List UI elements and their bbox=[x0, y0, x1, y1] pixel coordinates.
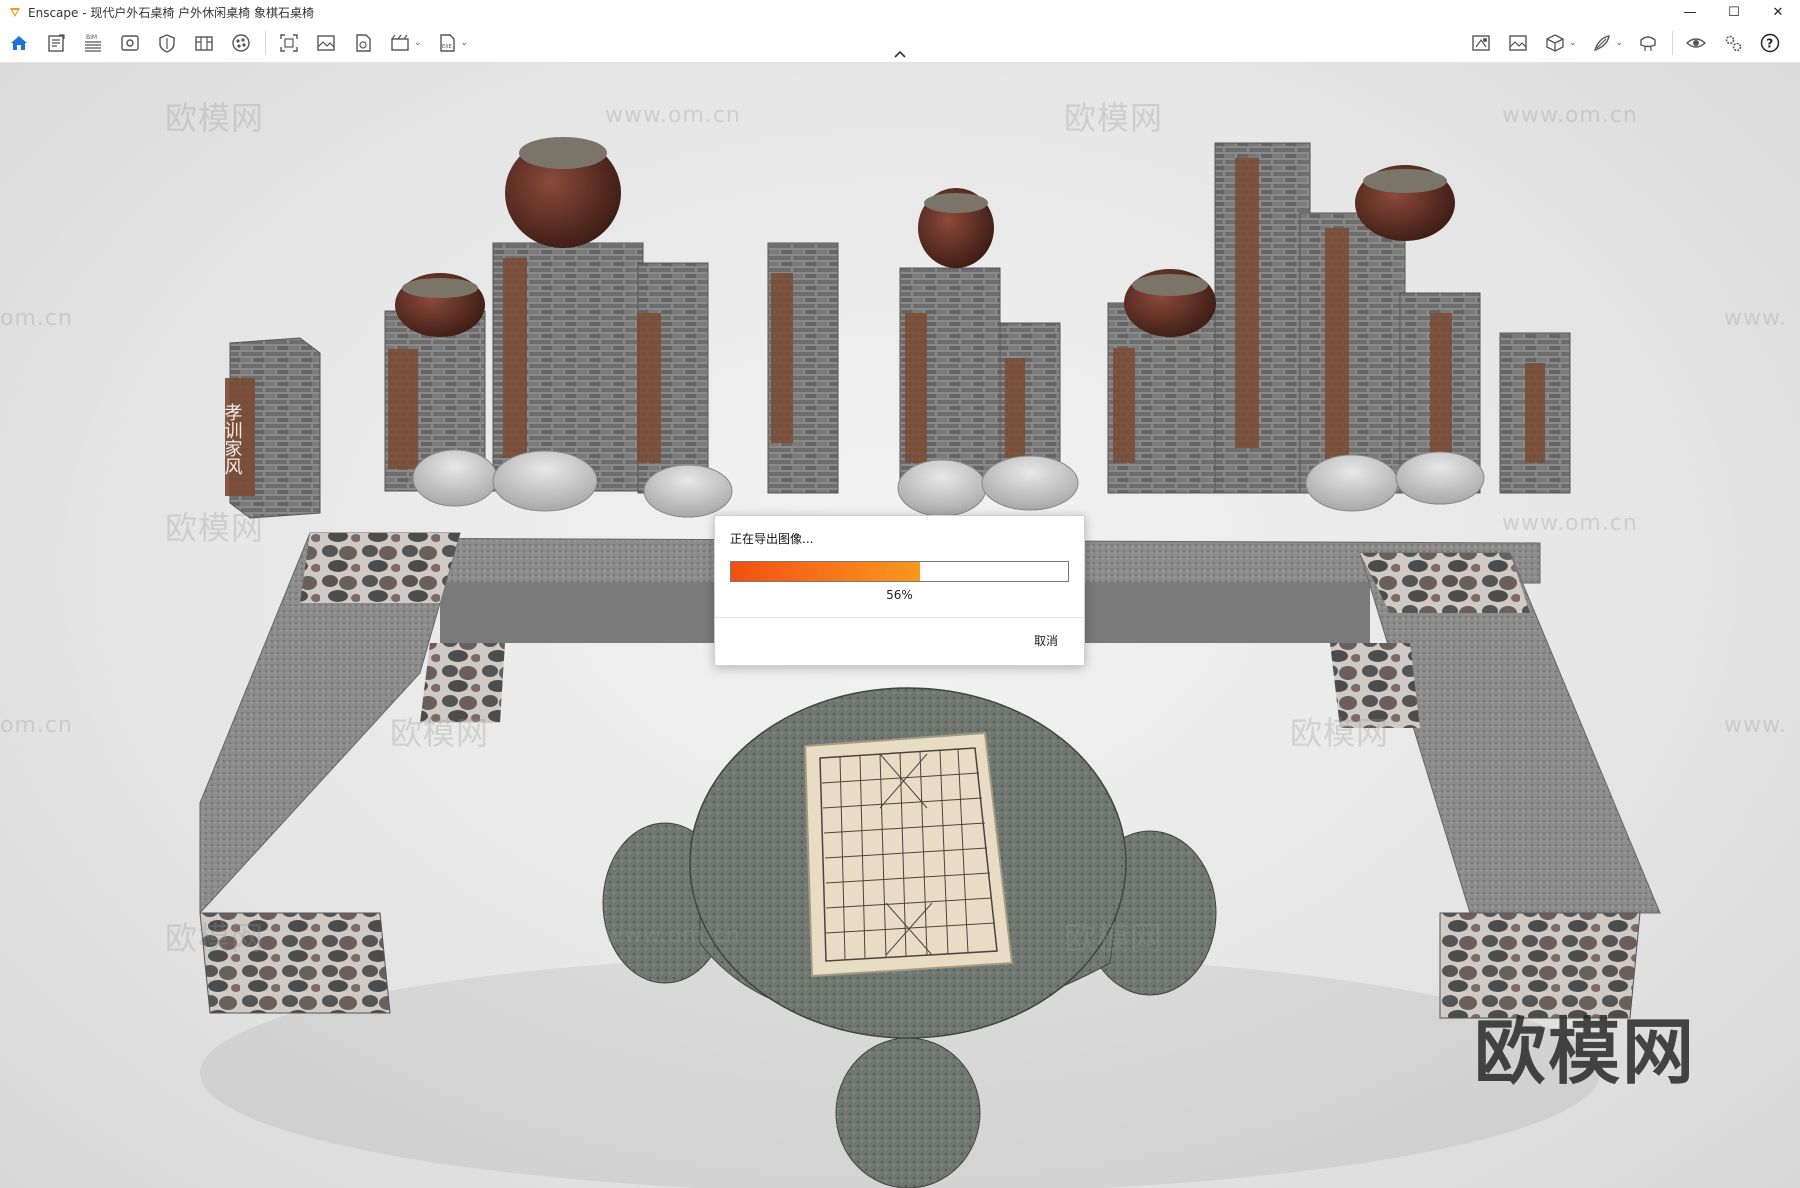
export-exe-button[interactable]: EXE bbox=[432, 28, 462, 58]
watermark-text: 欧模网 bbox=[165, 99, 265, 137]
watermark-url: www. bbox=[1724, 306, 1787, 331]
collapse-toolbar-toggle[interactable] bbox=[892, 47, 908, 61]
watermark-text: 欧模网 bbox=[1064, 919, 1164, 957]
chevron-up-icon bbox=[894, 50, 906, 58]
material-editor-button[interactable] bbox=[226, 28, 256, 58]
video-editor-dropdown[interactable]: ⌄ bbox=[414, 38, 422, 48]
watermark-url: www. bbox=[1724, 713, 1787, 738]
enscape-logo-icon bbox=[10, 8, 20, 17]
cube-view-button[interactable] bbox=[1540, 28, 1570, 58]
minimize-button[interactable]: — bbox=[1668, 0, 1712, 24]
batch-render-button[interactable] bbox=[311, 28, 341, 58]
svg-text:?: ? bbox=[1766, 37, 1773, 51]
render-panorama-button[interactable] bbox=[348, 28, 378, 58]
export-dropdown[interactable]: ⌄ bbox=[461, 38, 469, 48]
watermark-url: www.om.cn bbox=[1502, 511, 1638, 536]
watermark-url: www.om.cn bbox=[1502, 103, 1638, 128]
visual-settings-icon bbox=[159, 34, 175, 53]
sync-views-icon bbox=[1472, 35, 1490, 51]
export-progress-dialog: 正在导出图像... 56% 取消 bbox=[714, 515, 1085, 666]
title-bar: Enscape - 现代户外石桌椅 户外休闲桌椅 象棋石桌椅 — ☐ ✕ bbox=[0, 0, 1800, 24]
render-panorama-icon bbox=[356, 34, 371, 52]
om-logo-watermark: 欧模网 bbox=[1474, 1010, 1697, 1094]
home-button[interactable] bbox=[4, 28, 34, 58]
view-button[interactable] bbox=[115, 28, 145, 58]
image-icon bbox=[1509, 35, 1527, 51]
paint-dropdown[interactable]: ⌄ bbox=[1616, 38, 1624, 48]
image-button[interactable] bbox=[1503, 28, 1533, 58]
project-info-icon bbox=[48, 34, 65, 52]
screenshot-button[interactable] bbox=[274, 28, 304, 58]
view-icon bbox=[121, 35, 139, 51]
bim-icon: BIM bbox=[85, 34, 101, 52]
watermark-text: 欧模网 bbox=[165, 919, 265, 957]
project-info-button[interactable] bbox=[41, 28, 71, 58]
watermark-url: om.cn bbox=[0, 306, 73, 331]
watermark-url: www.om.cn bbox=[605, 923, 741, 948]
bim-button[interactable]: BIM bbox=[78, 28, 108, 58]
watermark-text: 欧模网 bbox=[1064, 99, 1164, 137]
watermark-text: 欧模网 bbox=[390, 714, 490, 752]
dialog-divider bbox=[715, 617, 1084, 618]
vr-headset-button[interactable] bbox=[1633, 28, 1663, 58]
paint-button[interactable] bbox=[1587, 28, 1617, 58]
paint-icon bbox=[1593, 35, 1610, 52]
watermark-text: 欧模网 bbox=[1290, 714, 1390, 752]
toolbar-separator bbox=[265, 31, 266, 55]
asset-library-icon bbox=[195, 36, 213, 51]
progress-fill bbox=[731, 562, 920, 581]
home-icon bbox=[11, 36, 27, 50]
watermark-url: www.om.cn bbox=[605, 103, 741, 128]
watermark-url: om.cn bbox=[0, 713, 73, 738]
maximize-button[interactable]: ☐ bbox=[1712, 0, 1756, 24]
video-editor-button[interactable] bbox=[385, 28, 415, 58]
video-editor-icon bbox=[391, 34, 409, 51]
cube-view-dropdown[interactable]: ⌄ bbox=[1569, 38, 1577, 48]
chessboard bbox=[803, 731, 1014, 978]
sync-views-button[interactable] bbox=[1466, 28, 1496, 58]
settings-icon bbox=[1725, 35, 1742, 52]
export-progress-bar bbox=[730, 561, 1069, 582]
svg-text:EXE: EXE bbox=[442, 44, 452, 50]
cancel-button[interactable]: 取消 bbox=[1034, 632, 1058, 649]
visual-settings-button[interactable] bbox=[152, 28, 182, 58]
batch-render-icon bbox=[317, 35, 335, 51]
eye-button[interactable] bbox=[1681, 28, 1711, 58]
svg-text:BIM: BIM bbox=[86, 34, 97, 41]
toolbar-left-group: BIM ⌄ EXE ⌄ bbox=[4, 28, 478, 58]
export-exe-icon: EXE bbox=[439, 34, 455, 52]
asset-library-button[interactable] bbox=[189, 28, 219, 58]
material-editor-icon bbox=[232, 34, 250, 52]
vr-headset-icon bbox=[1640, 36, 1656, 51]
window-controls: — ☐ ✕ bbox=[1668, 0, 1800, 24]
progress-percent-label: 56% bbox=[886, 588, 913, 602]
cube-view-icon bbox=[1546, 34, 1564, 52]
toolbar-separator bbox=[1672, 31, 1674, 55]
toolbar-right-group: ⌄ ⌄ ? bbox=[1466, 28, 1792, 58]
dialog-title: 正在导出图像... bbox=[730, 532, 814, 546]
help-button[interactable]: ? bbox=[1755, 28, 1785, 58]
settings-button[interactable] bbox=[1718, 28, 1748, 58]
window-title: Enscape - 现代户外石桌椅 户外休闲桌椅 象棋石桌椅 bbox=[28, 5, 314, 20]
watermark-text: 欧模网 bbox=[165, 509, 265, 547]
scene-plaque-text: 孝训家风 bbox=[222, 403, 243, 475]
eye-icon bbox=[1686, 38, 1707, 48]
help-icon: ? bbox=[1760, 33, 1780, 53]
close-button[interactable]: ✕ bbox=[1756, 0, 1800, 24]
screenshot-icon bbox=[280, 34, 298, 52]
